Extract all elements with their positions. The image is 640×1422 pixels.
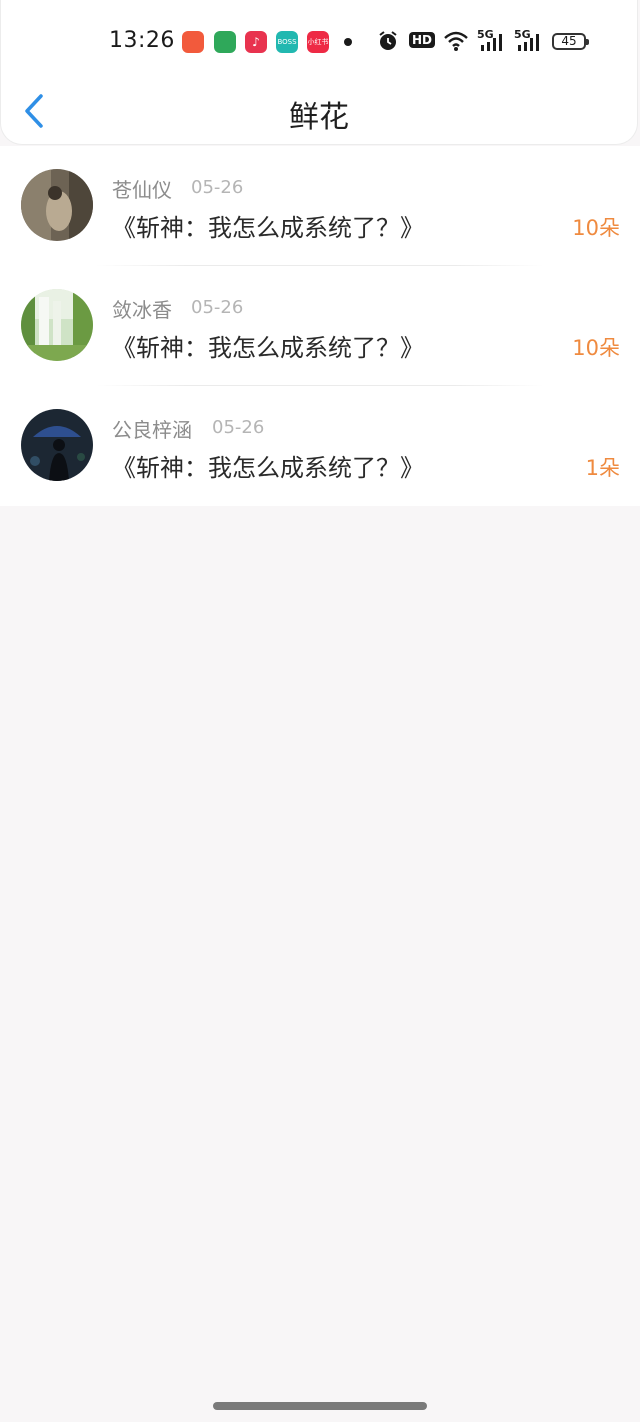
wifi-icon: [444, 31, 468, 51]
avatar: [21, 169, 93, 241]
avatar: [21, 409, 93, 481]
alarm-icon: [379, 31, 397, 50]
send-date: 05-26: [191, 177, 244, 198]
flower-amount: 10朵: [572, 216, 620, 240]
flower-amount: 1朵: [585, 456, 620, 480]
book-title: 《斩神：我怎么成系统了？》: [112, 334, 424, 362]
book-title: 《斩神：我怎么成系统了？》: [112, 454, 424, 482]
battery-icon: 45: [552, 33, 589, 50]
book-title: 《斩神：我怎么成系统了？》: [112, 214, 424, 242]
signal-icon-2: [518, 34, 539, 51]
app-icon-1: [182, 31, 204, 53]
list-item[interactable]: 公良梓涵 05-26 《斩神：我怎么成系统了？》 1朵: [0, 386, 640, 506]
avatar: [21, 289, 93, 361]
status-time: 13:26: [109, 28, 175, 53]
flower-list: 苍仙仪 05-26 《斩神：我怎么成系统了？》 10朵 敛冰香 05-26 《斩…: [0, 146, 640, 506]
list-item[interactable]: 苍仙仪 05-26 《斩神：我怎么成系统了？》 10朵: [0, 146, 640, 266]
send-date: 05-26: [191, 297, 244, 318]
notification-dot: [344, 38, 352, 46]
home-indicator[interactable]: [213, 1402, 427, 1410]
app-icon-5: 小红书: [307, 31, 329, 53]
list-item[interactable]: 敛冰香 05-26 《斩神：我怎么成系统了？》 10朵: [0, 266, 640, 386]
page-title: 鲜花: [289, 100, 349, 135]
flower-amount: 10朵: [572, 336, 620, 360]
app-icon-4: BOSS: [276, 31, 298, 53]
sender-name: 公良梓涵: [112, 418, 192, 442]
sender-name: 苍仙仪: [112, 178, 172, 202]
send-date: 05-26: [212, 417, 265, 438]
sender-name: 敛冰香: [112, 298, 172, 322]
app-icon-3: ♪: [245, 31, 267, 53]
hd-icon: HD: [409, 32, 436, 48]
signal-icon-1: [481, 34, 502, 51]
top-bar: 13:26 ♪ BOSS 小红书 HD 5G 5G 45 鲜花: [0, 0, 638, 145]
app-icon-2: [214, 31, 236, 53]
